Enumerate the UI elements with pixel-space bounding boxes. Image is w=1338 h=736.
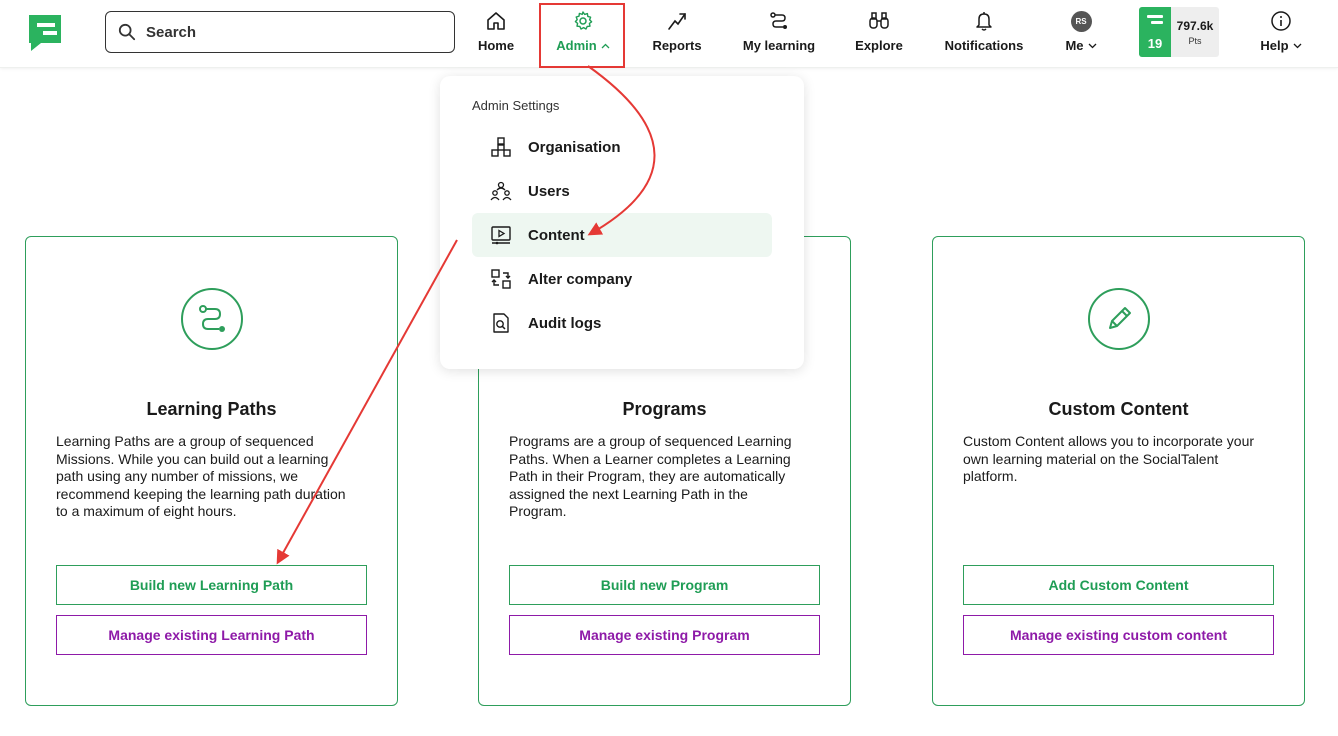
nav-help-label: Help bbox=[1260, 38, 1289, 53]
content-icon bbox=[491, 226, 511, 245]
binoculars-icon bbox=[869, 12, 889, 29]
nav-home-label: Home bbox=[477, 38, 515, 53]
manage-learning-path-button[interactable]: Manage existing Learning Path bbox=[56, 615, 367, 655]
search-input[interactable] bbox=[146, 23, 426, 41]
nav-notifications-label: Notifications bbox=[944, 38, 1024, 53]
card-title: Programs bbox=[622, 399, 707, 419]
nav-home[interactable]: Home bbox=[476, 8, 516, 60]
card-description: Learning Paths are a group of sequenced … bbox=[56, 433, 346, 519]
custom-content-card: Custom Content Custom Content allows you… bbox=[932, 236, 1305, 706]
build-learning-path-button[interactable]: Build new Learning Path bbox=[56, 565, 367, 605]
menu-item-label: Organisation bbox=[528, 138, 621, 156]
search-icon bbox=[118, 23, 136, 41]
menu-item-label: Alter company bbox=[528, 270, 633, 288]
menu-item-users[interactable]: Users bbox=[472, 169, 772, 213]
manage-program-button[interactable]: Manage existing Program bbox=[509, 615, 820, 655]
avatar: RS bbox=[1070, 10, 1092, 32]
level-badge: 19 bbox=[1139, 7, 1171, 57]
nav-me-label: Me bbox=[1065, 38, 1084, 53]
menu-item-organisation[interactable]: Organisation bbox=[472, 125, 772, 169]
nav-reports[interactable]: Reports bbox=[650, 8, 704, 60]
home-icon bbox=[487, 12, 505, 30]
card-title: Custom Content bbox=[1048, 399, 1189, 419]
chevron-down-icon bbox=[1088, 43, 1096, 48]
menu-item-label: Audit logs bbox=[528, 314, 602, 332]
points-unit: Pts bbox=[1188, 35, 1202, 46]
nav-explore-label: Explore bbox=[855, 38, 903, 53]
socialtalent-logo-icon[interactable] bbox=[27, 13, 63, 53]
nav-my-learning[interactable]: My learning bbox=[738, 8, 820, 60]
menu-item-content[interactable]: Content bbox=[472, 213, 772, 257]
card-title: Learning Paths bbox=[146, 399, 277, 419]
nav-help[interactable]: Help bbox=[1256, 8, 1306, 60]
search-box[interactable] bbox=[105, 11, 455, 53]
menu-item-label: Users bbox=[528, 182, 570, 200]
points-badge[interactable]: 19 797.6k Pts bbox=[1139, 7, 1219, 57]
chevron-down-icon bbox=[1293, 43, 1302, 48]
learning-paths-card: Learning Paths Learning Paths are a grou… bbox=[25, 236, 398, 706]
nav-me[interactable]: RS Me bbox=[1060, 8, 1102, 60]
reports-icon bbox=[668, 13, 686, 30]
alter-company-icon bbox=[491, 269, 511, 289]
nav-my-learning-label: My learning bbox=[742, 38, 816, 53]
nav-explore[interactable]: Explore bbox=[852, 8, 906, 60]
nav-notifications[interactable]: Notifications bbox=[940, 8, 1028, 60]
my-learning-icon bbox=[770, 12, 787, 29]
build-program-button[interactable]: Build new Program bbox=[509, 565, 820, 605]
audit-logs-icon bbox=[493, 313, 509, 333]
organisation-icon bbox=[491, 137, 511, 157]
dropdown-heading: Admin Settings bbox=[472, 98, 560, 113]
pencil-icon bbox=[1088, 288, 1150, 350]
bell-icon bbox=[976, 12, 992, 31]
info-icon bbox=[1271, 11, 1291, 31]
admin-settings-dropdown: Admin Settings Organisation Users Conten… bbox=[440, 76, 804, 369]
card-description: Custom Content allows you to incorporate… bbox=[963, 433, 1255, 484]
menu-item-label: Content bbox=[528, 226, 585, 244]
card-description: Programs are a group of sequenced Learni… bbox=[509, 433, 792, 519]
add-custom-content-button[interactable]: Add Custom Content bbox=[963, 565, 1274, 605]
admin-highlight-box bbox=[539, 3, 625, 68]
manage-custom-content-button[interactable]: Manage existing custom content bbox=[963, 615, 1274, 655]
nav-reports-label: Reports bbox=[652, 38, 702, 53]
top-navigation-bar: Home Admin Reports bbox=[0, 0, 1338, 68]
menu-item-alter-company[interactable]: Alter company bbox=[472, 257, 772, 301]
level-number: 19 bbox=[1147, 36, 1163, 51]
menu-item-audit-logs[interactable]: Audit logs bbox=[472, 301, 772, 345]
points-value: 797.6k bbox=[1176, 18, 1214, 33]
learning-path-icon bbox=[181, 288, 243, 350]
users-icon bbox=[490, 181, 512, 201]
